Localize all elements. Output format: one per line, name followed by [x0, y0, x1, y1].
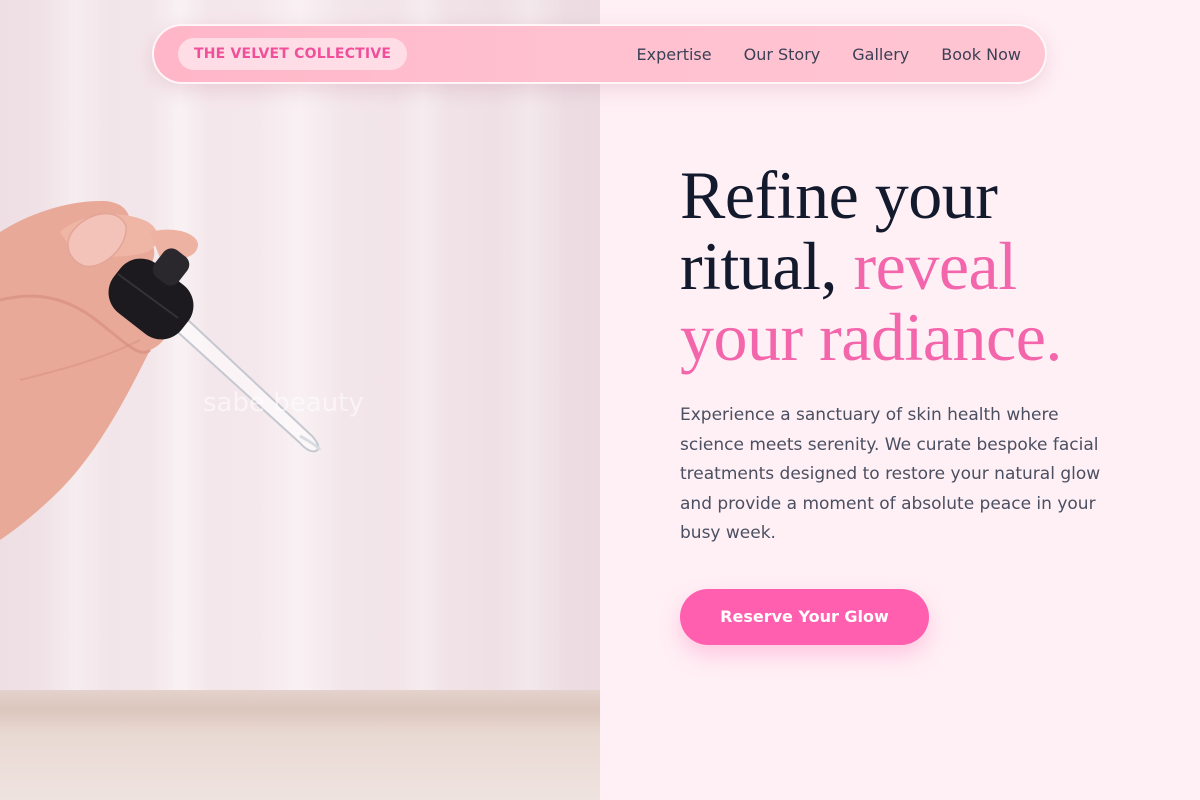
reserve-button[interactable]: Reserve Your Glow: [680, 588, 929, 645]
hero-description: Experience a sanctuary of skin health wh…: [680, 405, 1101, 543]
hero-headline: Refine your ritual, reveal your radiance…: [680, 160, 1140, 373]
nav-menu: Expertise Our Story Gallery Book Now: [637, 45, 1021, 64]
nav-link-expertise[interactable]: Expertise: [637, 45, 712, 64]
brand-logo[interactable]: THE VELVET COLLECTIVE: [178, 38, 408, 70]
image-watermark: sabe beauty: [203, 388, 364, 418]
top-nav: THE VELVET COLLECTIVE Expertise Our Stor…: [152, 24, 1047, 84]
nav-link-gallery[interactable]: Gallery: [852, 45, 909, 64]
hero-section: Refine your ritual, reveal your radiance…: [680, 160, 1140, 645]
nav-link-book-now[interactable]: Book Now: [941, 45, 1021, 64]
dropper-pipette: [158, 303, 322, 453]
nav-link-our-story[interactable]: Our Story: [744, 45, 821, 64]
hero-image: sabe beauty: [0, 0, 600, 800]
